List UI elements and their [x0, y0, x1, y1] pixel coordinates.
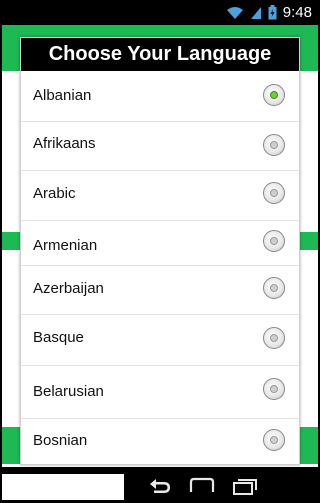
language-dialog: Choose Your Language Albanian Afrikaans … [20, 37, 300, 465]
radio-dot [270, 334, 278, 342]
language-item-belarusian[interactable]: Belarusian [21, 365, 299, 419]
radio-dot [270, 436, 278, 444]
language-label: Bosnian [33, 432, 88, 449]
language-label: Azerbaijan [33, 280, 104, 297]
radio-dot [270, 237, 278, 245]
radio-button[interactable] [263, 134, 285, 156]
language-label: Belarusian [33, 383, 104, 400]
language-item-arabic[interactable]: Arabic [21, 170, 299, 221]
back-icon[interactable] [146, 476, 174, 496]
radio-dot [270, 91, 278, 99]
recent-apps-icon[interactable] [230, 476, 260, 496]
language-item-armenian[interactable]: Armenian [21, 220, 299, 266]
radio-dot [270, 284, 278, 292]
language-item-azerbaijan[interactable]: Azerbaijan [21, 265, 299, 315]
radio-button[interactable] [263, 182, 285, 204]
radio-button[interactable] [263, 378, 285, 400]
language-label: Afrikaans [33, 135, 96, 152]
radio-dot [270, 189, 278, 197]
radio-dot [270, 141, 278, 149]
radio-button[interactable] [263, 327, 285, 349]
radio-dot [270, 385, 278, 393]
radio-button[interactable] [263, 230, 285, 252]
navbar-white-block [2, 474, 124, 500]
language-label: Albanian [33, 87, 92, 104]
battery-icon [268, 5, 277, 20]
radio-button[interactable] [263, 429, 285, 451]
language-label: Arabic [33, 185, 76, 202]
radio-button[interactable] [263, 277, 285, 299]
dialog-title: Choose Your Language [21, 38, 299, 71]
language-label: Armenian [33, 237, 98, 254]
language-item-basque[interactable]: Basque [21, 314, 299, 366]
signal-icon [250, 6, 261, 19]
language-item-afrikaans[interactable]: Afrikaans [21, 121, 299, 171]
status-bar: 9:48 [0, 0, 320, 25]
home-icon[interactable] [187, 476, 217, 496]
status-time: 9:48 [282, 4, 312, 21]
radio-button[interactable] [263, 84, 285, 106]
wifi-icon [226, 6, 243, 19]
language-label: Basque [33, 329, 84, 346]
language-item-bosnian[interactable]: Bosnian [21, 418, 299, 463]
language-item-albanian[interactable]: Albanian [21, 71, 299, 122]
